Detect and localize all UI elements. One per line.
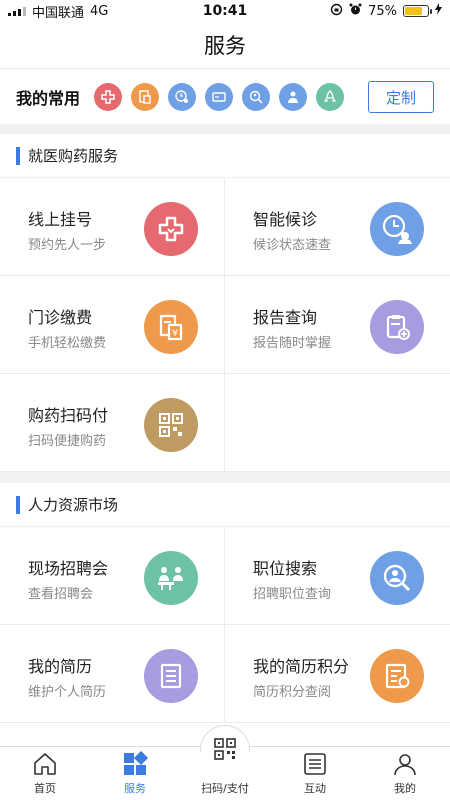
home-icon xyxy=(34,753,56,775)
tab-label: 首页 xyxy=(34,782,56,795)
person-icon xyxy=(394,754,416,776)
favorites-label: 我的常用 xyxy=(16,88,81,108)
clock: 10:41 xyxy=(202,3,248,19)
network-type: 4G xyxy=(90,3,109,19)
service-my-resume[interactable]: 我的简历 维护个人简历 xyxy=(0,625,225,723)
bottom-tab-bar: 首页 服务 扫码/支付 互动 我的 xyxy=(0,725,450,800)
rocket-icon[interactable] xyxy=(316,82,345,111)
service-job-search[interactable]: 职位搜索 招聘职位查询 xyxy=(225,527,450,625)
service-online-registration[interactable]: 线上挂号 预约先人一步 xyxy=(0,178,225,276)
battery-percent: 75% xyxy=(368,3,397,19)
page-header: 服务 xyxy=(0,22,450,68)
search-person-icon[interactable] xyxy=(242,82,271,111)
service-resume-points[interactable]: 我的简历积分 简历积分查阅 xyxy=(225,625,450,723)
resume-icon xyxy=(144,649,198,703)
payment-bill-icon: ¥ xyxy=(144,300,198,354)
alarm-icon xyxy=(349,3,362,20)
service-smart-waiting[interactable]: 智能候诊 候诊状态速查 xyxy=(225,178,450,276)
search-person-icon xyxy=(370,551,424,605)
medical-cross-icon[interactable] xyxy=(94,82,123,111)
clock-person-icon[interactable] xyxy=(168,82,197,111)
empty-cell xyxy=(225,374,450,472)
qr-code-icon xyxy=(214,737,236,760)
service-job-fair[interactable]: 现场招聘会 查看招聘会 xyxy=(0,527,225,625)
section-title-hr: 人力资源市场 xyxy=(0,483,450,527)
page-title: 服务 xyxy=(204,34,246,58)
customize-button[interactable]: 定制 xyxy=(368,81,434,113)
services-grid-icon xyxy=(124,751,148,775)
status-bar: 中国联通 4G 10:41 75% xyxy=(0,0,450,22)
section-title-medical: 就医购药服务 xyxy=(0,134,450,178)
tab-label: 服务 xyxy=(124,782,146,795)
recruit-person-icon[interactable] xyxy=(279,82,308,111)
service-report-query[interactable]: 报告查询 报告随时掌握 xyxy=(225,276,450,374)
tab-services[interactable]: 服务 xyxy=(90,747,180,800)
tab-home[interactable]: 首页 xyxy=(0,747,90,800)
job-fair-icon xyxy=(144,551,198,605)
qr-code-icon xyxy=(144,398,198,452)
medical-services-grid: 线上挂号 预约先人一步 智能候诊 候诊状态速查 门诊缴费 手机轻松缴费 ¥ 报告… xyxy=(0,178,450,472)
payment-bill-icon[interactable] xyxy=(131,82,160,111)
charging-icon xyxy=(435,3,442,19)
carrier-name: 中国联通 xyxy=(32,5,85,21)
tab-label: 我的 xyxy=(394,782,416,795)
hr-services-grid: 现场招聘会 查看招聘会 职位搜索 招聘职位查询 我的简历 维护个人简历 我的简历… xyxy=(0,527,450,757)
list-icon xyxy=(304,753,326,775)
tab-label: 互动 xyxy=(304,782,326,795)
medical-cross-icon xyxy=(144,202,198,256)
favorites-bar: 我的常用 定制 xyxy=(0,68,450,124)
card-icon[interactable] xyxy=(205,82,234,111)
tab-mine[interactable]: 我的 xyxy=(360,747,450,800)
battery-icon xyxy=(403,5,432,17)
rotation-lock-icon xyxy=(330,3,343,20)
tab-label: 扫码/支付 xyxy=(201,782,249,795)
signal-icon xyxy=(8,6,26,16)
tab-interaction[interactable]: 互动 xyxy=(270,747,360,800)
service-drug-scan-pay[interactable]: 购药扫码付 扫码便捷购药 xyxy=(0,374,225,472)
svg-text:¥: ¥ xyxy=(172,328,178,339)
clock-person-icon xyxy=(370,202,424,256)
service-outpatient-payment[interactable]: 门诊缴费 手机轻松缴费 ¥ xyxy=(0,276,225,374)
tab-scan-pay[interactable]: 扫码/支付 xyxy=(180,725,270,800)
report-clipboard-icon xyxy=(370,300,424,354)
resume-points-icon xyxy=(370,649,424,703)
